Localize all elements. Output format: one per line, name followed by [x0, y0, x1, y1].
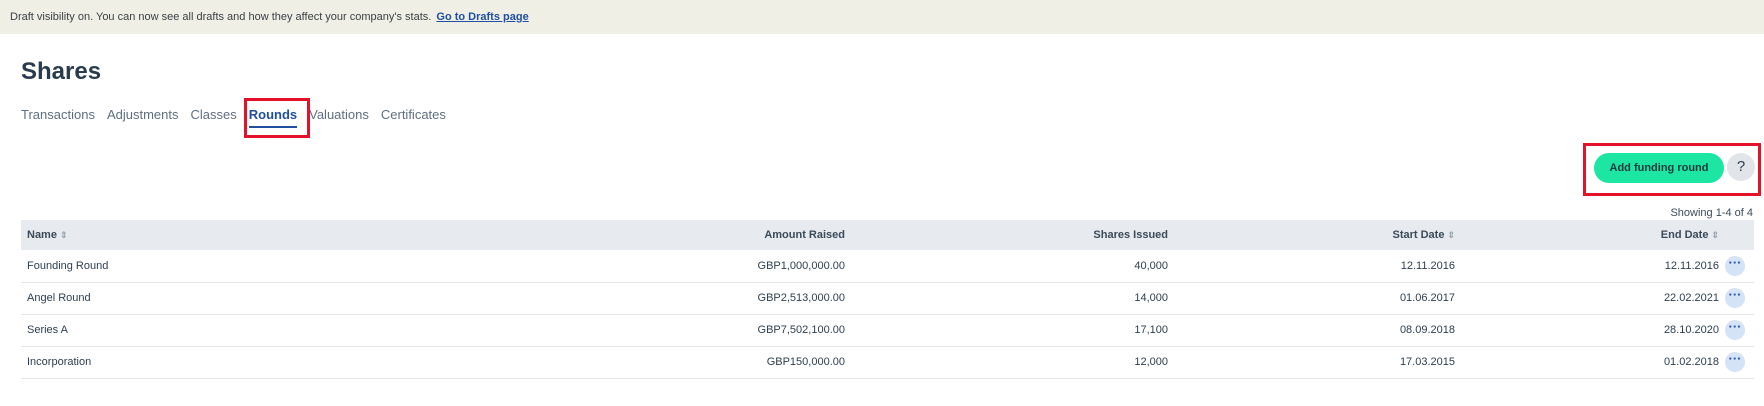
tab-certificates[interactable]: Certificates	[381, 106, 446, 130]
sort-icon: ⇕	[1447, 230, 1455, 240]
page-title: Shares	[21, 58, 102, 85]
round-name: Incorporation	[21, 346, 321, 379]
column-header-actions	[1725, 220, 1754, 250]
shares-issued: 14,000	[851, 282, 1174, 315]
more-options-icon[interactable]: ···	[1725, 320, 1745, 340]
column-header-end-date-label: End Date	[1660, 229, 1709, 241]
start-date: 12.11.2016	[1174, 250, 1461, 283]
table-row: Angel Round GBP2,513,000.00 14,000 01.06…	[21, 282, 1754, 315]
shares-issued: 17,100	[851, 314, 1174, 347]
more-options-icon[interactable]: ···	[1725, 288, 1745, 308]
row-actions-cell: ···	[1725, 346, 1754, 379]
tab-classes[interactable]: Classes	[190, 106, 236, 130]
more-options-icon[interactable]: ···	[1725, 255, 1745, 276]
sort-icon: ⇕	[59, 230, 68, 240]
start-date: 01.06.2017	[1174, 282, 1461, 315]
tab-adjustments[interactable]: Adjustments	[107, 106, 179, 130]
amount-raised: GBP150,000.00	[321, 346, 851, 379]
shares-issued: 40,000	[851, 250, 1174, 283]
column-header-start-date[interactable]: Start Date ⇕	[1174, 220, 1461, 250]
end-date: 12.11.2016	[1461, 250, 1725, 283]
round-name: Angel Round	[21, 282, 321, 315]
column-header-amount-raised: Amount Raised	[321, 220, 851, 250]
amount-raised: GBP7,502,100.00	[321, 314, 851, 347]
rounds-tab-highlight	[244, 98, 310, 138]
more-options-icon[interactable]: ···	[1725, 352, 1745, 372]
table-row: Incorporation GBP150,000.00 12,000 17.03…	[21, 346, 1754, 379]
amount-raised: GBP2,513,000.00	[321, 282, 851, 315]
amount-raised: GBP1,000,000.00	[321, 250, 851, 283]
rounds-table: Name ⇕ Amount Raised Shares Issued Start …	[21, 220, 1754, 379]
table-row: Founding Round GBP1,000,000.00 40,000 12…	[21, 250, 1754, 283]
start-date: 08.09.2018	[1174, 314, 1461, 347]
start-date: 17.03.2015	[1174, 346, 1461, 379]
table-row: Series A GBP7,502,100.00 17,100 08.09.20…	[21, 314, 1754, 347]
column-header-name[interactable]: Name ⇕	[21, 220, 321, 250]
column-header-end-date[interactable]: End Date ⇕	[1461, 220, 1725, 250]
actions-highlight	[1583, 143, 1761, 196]
shares-tabs: Transactions Adjustments Classes Rounds …	[21, 106, 458, 130]
column-header-start-date-label: Start Date	[1392, 229, 1445, 241]
column-header-shares-issued: Shares Issued	[851, 220, 1174, 250]
shares-issued: 12,000	[851, 346, 1174, 379]
end-date: 22.02.2021	[1461, 282, 1725, 315]
draft-visibility-banner: Draft visibility on. You can now see all…	[0, 0, 1764, 34]
table-header-row: Name ⇕ Amount Raised Shares Issued Start …	[21, 220, 1754, 250]
end-date: 01.02.2018	[1461, 346, 1725, 379]
round-name: Series A	[21, 314, 321, 347]
pagination-summary: Showing 1-4 of 4	[1670, 207, 1753, 219]
row-actions-cell: ···	[1725, 250, 1754, 283]
tab-transactions[interactable]: Transactions	[21, 106, 95, 130]
banner-text: Draft visibility on. You can now see all…	[10, 11, 432, 23]
row-actions-cell: ···	[1725, 314, 1754, 347]
go-to-drafts-link[interactable]: Go to Drafts page	[436, 11, 528, 23]
row-actions-cell: ···	[1725, 282, 1754, 315]
tab-valuations[interactable]: Valuations	[309, 106, 369, 130]
column-header-name-label: Name	[27, 229, 57, 241]
end-date: 28.10.2020	[1461, 314, 1725, 347]
sort-icon: ⇕	[1711, 230, 1719, 240]
round-name: Founding Round	[21, 250, 321, 283]
